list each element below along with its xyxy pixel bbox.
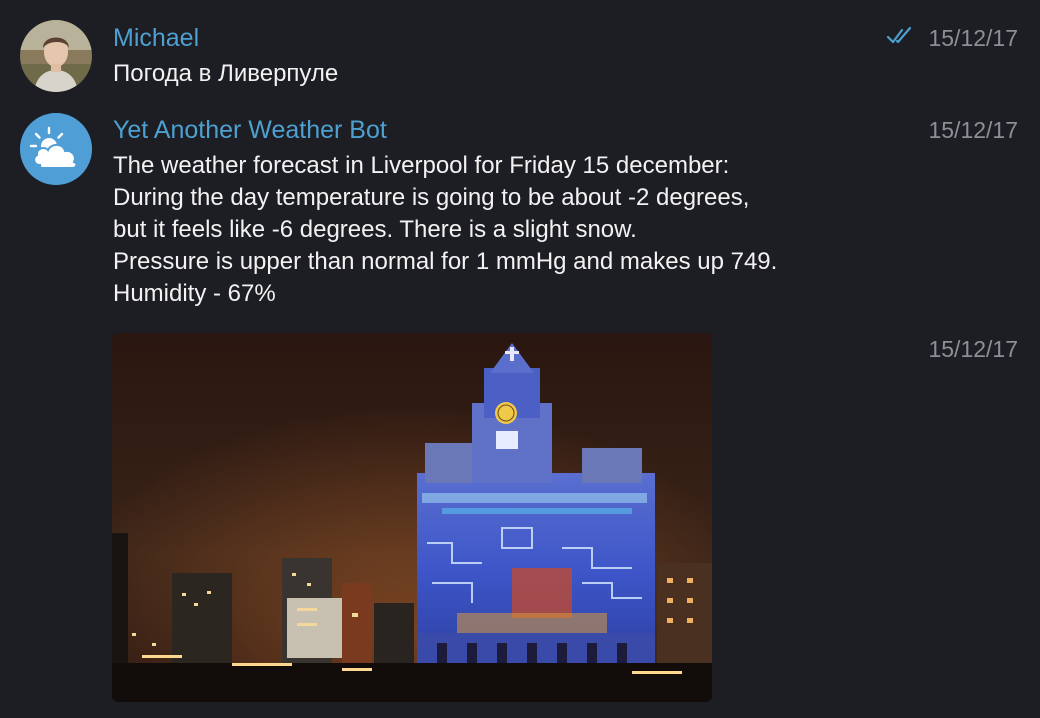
- liverpool-building-photo: [112, 333, 712, 702]
- message-text-line: Pressure is upper than normal for 1 mmHg…: [113, 248, 778, 275]
- partly-cloudy-icon: [20, 113, 92, 185]
- double-check-icon: [886, 26, 912, 44]
- sender-name[interactable]: Michael: [113, 22, 199, 54]
- avatar[interactable]: [20, 20, 92, 92]
- message-timestamp: 15/12/17: [928, 25, 1018, 51]
- chat-history: Michael Погода в Ливерпуле 15/12/17 Yet …: [0, 0, 1040, 718]
- message-weather-bot[interactable]: Yet Another Weather Bot The weather fore…: [0, 110, 1040, 320]
- message-timestamp: 15/12/17: [928, 117, 1018, 143]
- message-text: Погода в Ливерпуле: [113, 60, 339, 87]
- message-michael[interactable]: Michael Погода в Ливерпуле 15/12/17: [0, 0, 1040, 110]
- message-text-line: The weather forecast in Liverpool for Fr…: [113, 152, 730, 179]
- message-text-line: Humidity - 67%: [113, 280, 276, 307]
- message-text-line: During the day temperature is going to b…: [113, 184, 750, 211]
- sender-name[interactable]: Yet Another Weather Bot: [113, 114, 387, 146]
- photo-attachment[interactable]: [112, 333, 712, 702]
- user-photo-avatar: [20, 20, 92, 92]
- message-timestamp: 15/12/17: [928, 336, 1018, 362]
- message-text-line: but it feels like -6 degrees. There is a…: [113, 216, 637, 243]
- avatar[interactable]: [20, 113, 92, 185]
